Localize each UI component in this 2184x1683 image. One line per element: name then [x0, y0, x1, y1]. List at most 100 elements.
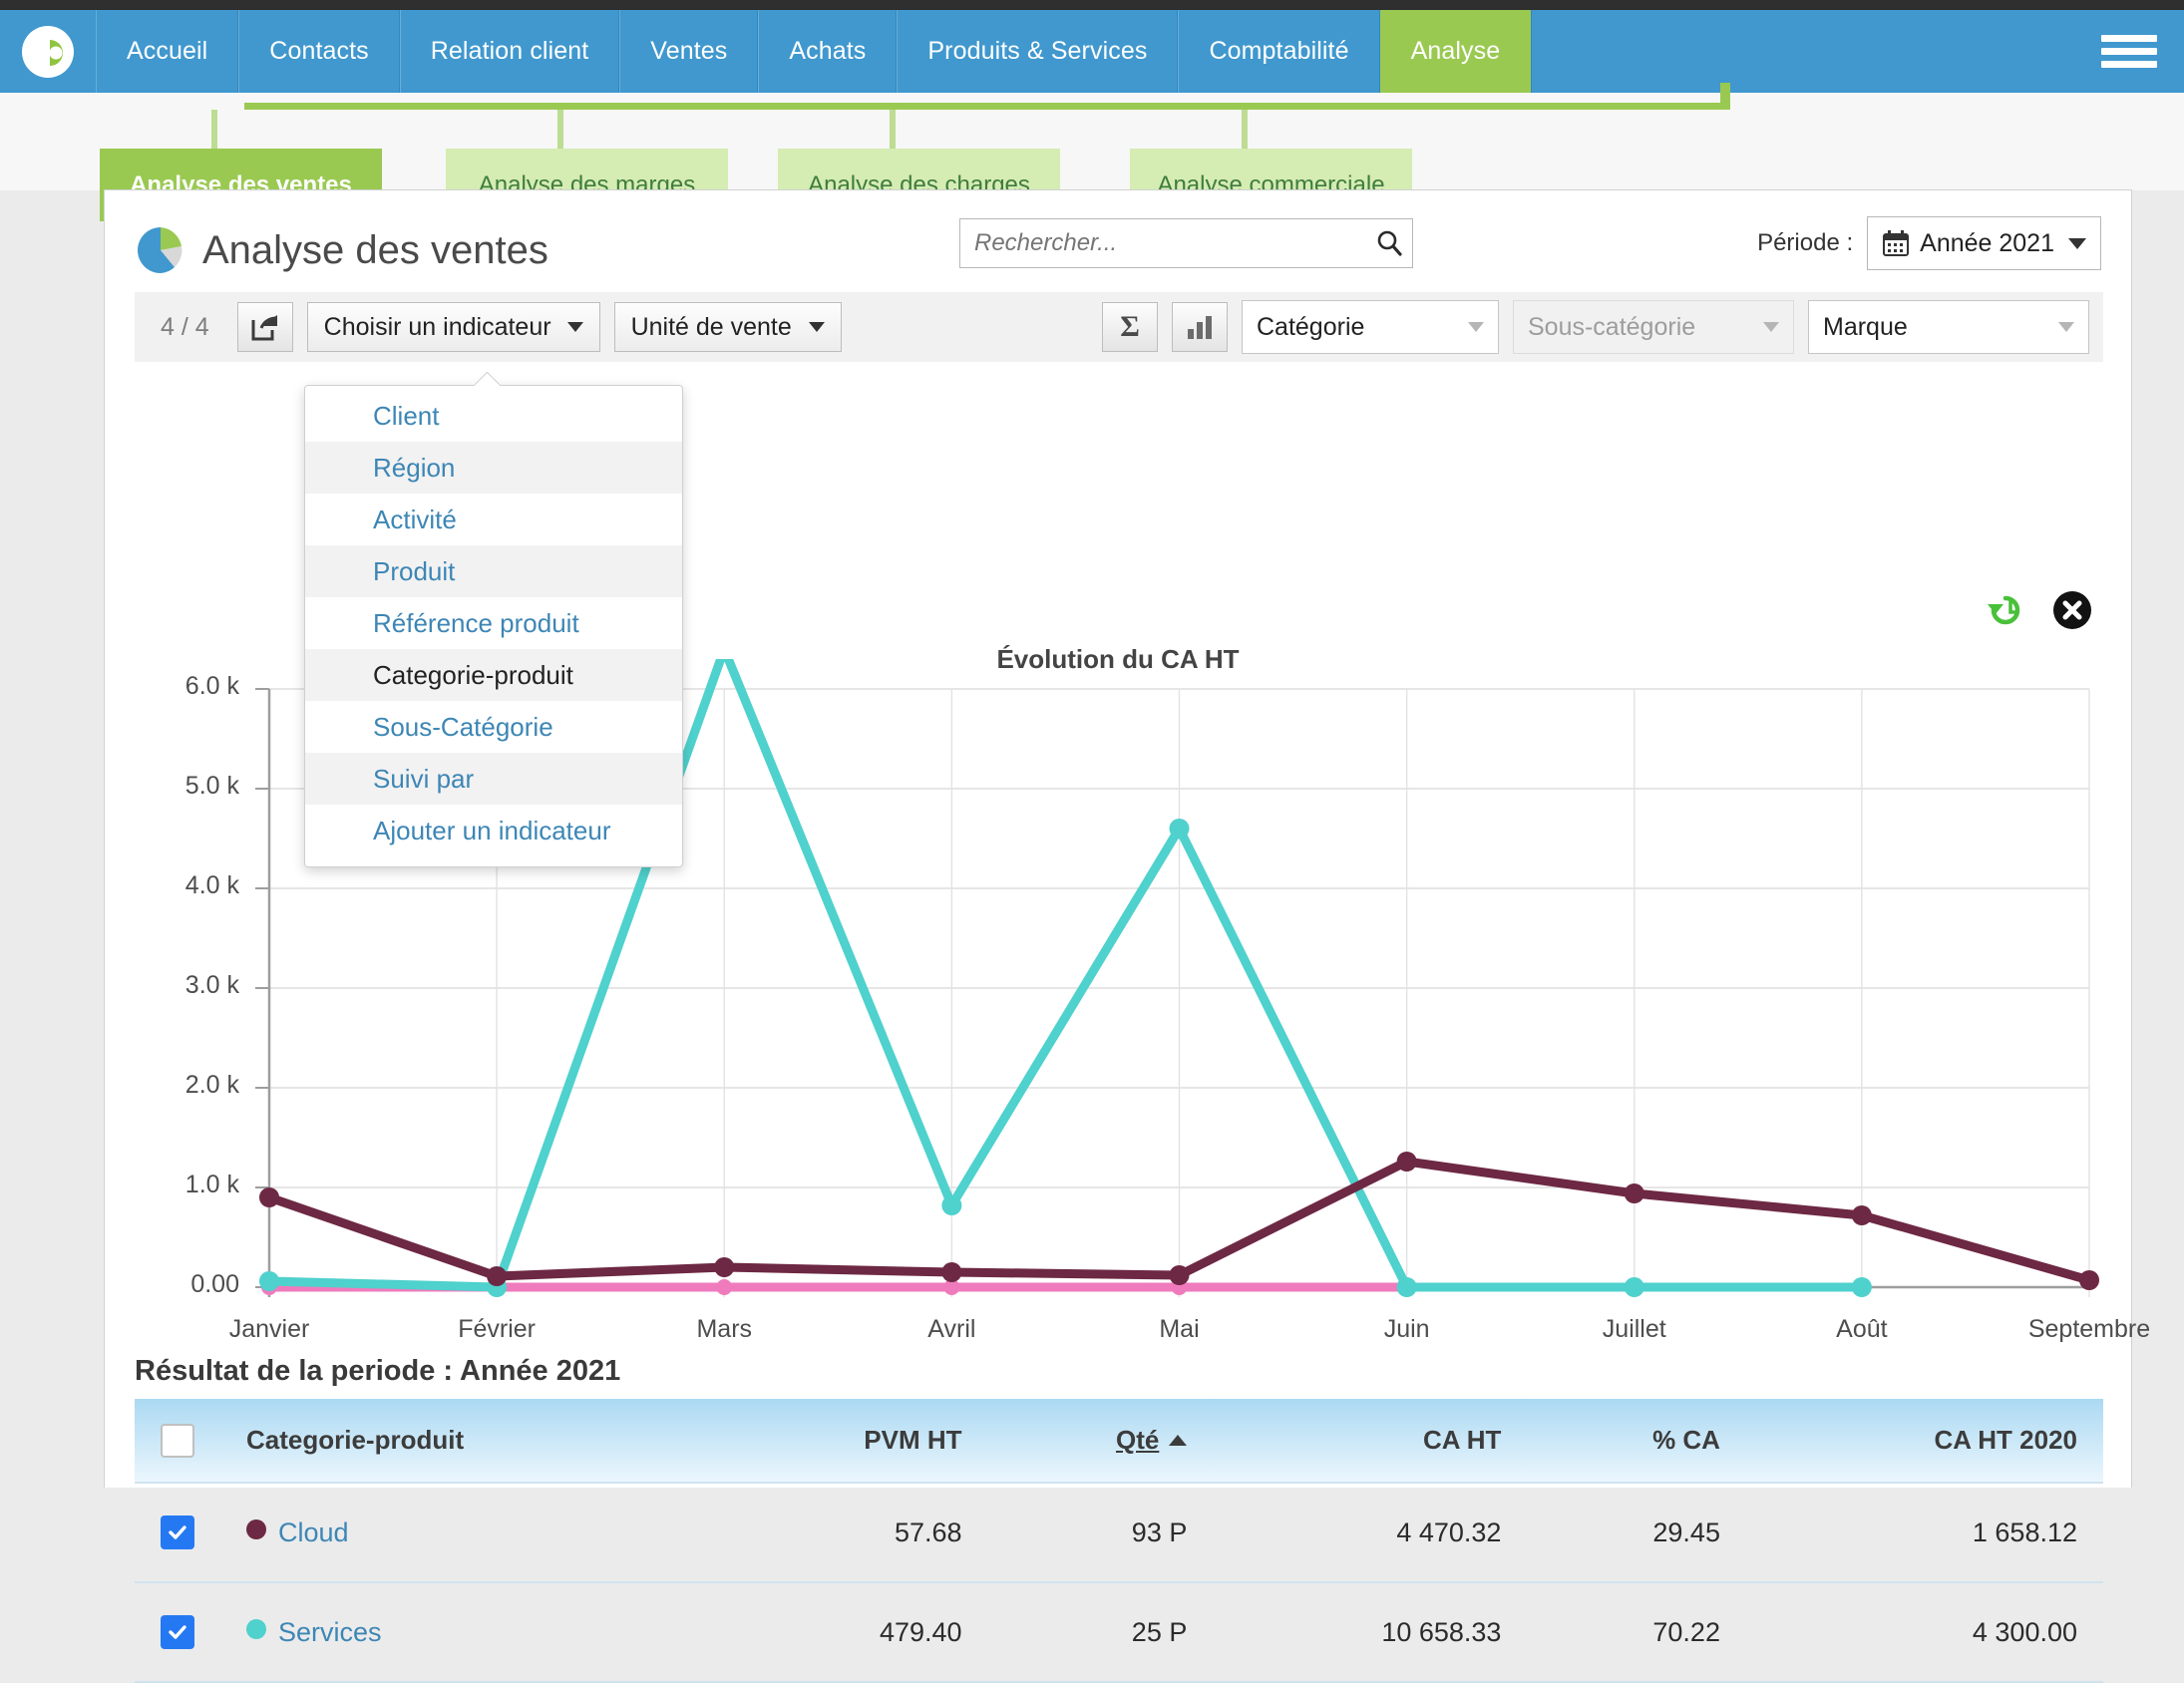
- tree-connector-stub: [1720, 83, 1730, 103]
- nav-item-comptabilit-[interactable]: Comptabilité: [1178, 10, 1379, 93]
- period-dropdown[interactable]: Année 2021: [1867, 216, 2101, 270]
- tree-connector-vertical: [211, 110, 217, 149]
- nav-item-contacts[interactable]: Contacts: [238, 10, 399, 93]
- top-strip: [0, 0, 2184, 10]
- filter-category[interactable]: Catégorie: [1242, 300, 1499, 354]
- indicator-menu-item-produit[interactable]: Produit: [305, 545, 682, 597]
- row-checkbox[interactable]: [161, 1615, 194, 1649]
- row-category-link[interactable]: Services: [278, 1617, 382, 1647]
- page-header: Analyse des ventes Période :: [105, 190, 2131, 282]
- sigma-icon: Σ: [1120, 310, 1140, 344]
- main-navbar: AccueilContactsRelation clientVentesAcha…: [0, 10, 2184, 93]
- table-header-qte[interactable]: Qté: [988, 1399, 1214, 1483]
- nav-item-accueil[interactable]: Accueil: [96, 10, 238, 93]
- chart-x-tick-label: Février: [458, 1315, 536, 1344]
- chevron-down-icon: [2068, 238, 2086, 249]
- chart-y-tick-label: 3.0 k: [150, 971, 239, 1000]
- chart-point: [941, 1195, 961, 1215]
- chart-point: [2079, 1270, 2099, 1290]
- chevron-down-icon: [1763, 322, 1779, 332]
- chart-y-tick-label: 1.0 k: [150, 1171, 239, 1199]
- row-pvm-cell: 479.40: [714, 1582, 988, 1682]
- nav-item-ventes[interactable]: Ventes: [619, 10, 758, 93]
- table-row[interactable]: Cloud57.6893 P4 470.3229.451 658.12: [135, 1483, 2103, 1582]
- table-header-label-ca2020: CA HT 2020: [1934, 1425, 2077, 1455]
- nav-item-relation-client[interactable]: Relation client: [400, 10, 620, 93]
- series-color-dot-icon: [246, 1519, 266, 1539]
- row-ca-cell: 4 470.32: [1213, 1483, 1527, 1582]
- row-qte-cell: 93 P: [988, 1483, 1214, 1582]
- table-header-pct[interactable]: % CA: [1527, 1399, 1746, 1483]
- pie-chart-icon: [135, 224, 186, 276]
- tree-connector-vertical: [557, 110, 563, 149]
- chart-point: [1625, 1277, 1644, 1297]
- indicator-menu-item-suivi-par[interactable]: Suivi par: [305, 753, 682, 805]
- search-icon[interactable]: [1366, 228, 1412, 258]
- export-button[interactable]: [237, 302, 293, 352]
- indicator-menu-item-r-gion[interactable]: Région: [305, 442, 682, 494]
- search-input[interactable]: [960, 229, 1366, 257]
- row-ca2020-cell: 4 300.00: [1746, 1582, 2103, 1682]
- row-category-link[interactable]: Cloud: [278, 1517, 349, 1547]
- chart-toggle-button[interactable]: [1172, 302, 1228, 352]
- chart-x-tick-label: Septembre: [2028, 1315, 2150, 1344]
- sum-button[interactable]: Σ: [1102, 302, 1158, 352]
- hamburger-menu-button[interactable]: [2074, 10, 2184, 93]
- nav-item-produits-services[interactable]: Produits & Services: [897, 10, 1178, 93]
- period-label: Période :: [1757, 229, 1853, 257]
- period-selector: Période : Année 2021: [1757, 216, 2101, 270]
- table-row[interactable]: Services479.4025 P10 658.3370.224 300.00: [135, 1582, 2103, 1682]
- filter-subcategory[interactable]: Sous-catégorie: [1513, 300, 1794, 354]
- subnav: Analyse des ventesAnalyse des margesAnal…: [0, 93, 2184, 190]
- reset-chart-button[interactable]: [1984, 592, 2025, 633]
- chart-point: [1170, 819, 1190, 839]
- page-title: Analyse des ventes: [202, 228, 548, 273]
- filter-category-label: Catégorie: [1257, 313, 1364, 342]
- indicator-menu-item-sous-cat-gorie[interactable]: Sous-Catégorie: [305, 701, 682, 753]
- table-header-label-category: Categorie-produit: [246, 1425, 464, 1455]
- chart-point: [487, 1266, 507, 1286]
- table-header-label-pct: % CA: [1652, 1425, 1720, 1455]
- table-header-ca[interactable]: CA HT: [1213, 1399, 1527, 1483]
- chart-x-tick-label: Avril: [927, 1315, 975, 1344]
- chart-y-tick-label: 4.0 k: [150, 871, 239, 900]
- series-color-dot-icon: [246, 1619, 266, 1639]
- table-header-pvm[interactable]: PVM HT: [714, 1399, 988, 1483]
- chart-point: [1852, 1277, 1872, 1297]
- chart-x-tick-label: Janvier: [229, 1315, 310, 1344]
- unit-dropdown-button[interactable]: Unité de vente: [614, 302, 842, 352]
- table-header-label-ca: CA HT: [1423, 1425, 1501, 1455]
- chart-point: [1852, 1205, 1872, 1225]
- chart-x-tick-label: Mai: [1159, 1315, 1199, 1344]
- row-pct-cell: 70.22: [1527, 1582, 1746, 1682]
- indicator-menu-item-r-f-rence-produit[interactable]: Référence produit: [305, 597, 682, 649]
- chart-x-tick-label: Mars: [696, 1315, 752, 1344]
- chart-y-tick-label: 5.0 k: [150, 772, 239, 801]
- chart-point: [259, 1271, 279, 1291]
- indicator-dropdown-label: Choisir un indicateur: [324, 313, 551, 342]
- chevron-down-icon: [809, 322, 825, 332]
- table-header-category[interactable]: Categorie-produit: [220, 1399, 714, 1483]
- indicator-menu-item-client[interactable]: Client: [305, 390, 682, 442]
- app-logo[interactable]: [0, 10, 96, 93]
- indicator-menu-item-ajouter-un-indicateur[interactable]: Ajouter un indicateur: [305, 805, 682, 856]
- indicator-menu-item-activit-[interactable]: Activité: [305, 494, 682, 545]
- nav-item-analyse[interactable]: Analyse: [1380, 10, 1532, 93]
- table-header-label-pvm: PVM HT: [864, 1425, 961, 1455]
- filter-subcategory-label: Sous-catégorie: [1528, 313, 1695, 342]
- unit-dropdown-label: Unité de vente: [631, 313, 792, 342]
- search-box[interactable]: [959, 218, 1413, 268]
- record-counter: 4 / 4: [149, 313, 223, 342]
- chevron-down-icon: [567, 322, 583, 332]
- select-all-checkbox[interactable]: [161, 1424, 194, 1458]
- close-chart-button[interactable]: [2051, 589, 2093, 636]
- chart-point: [1397, 1277, 1417, 1297]
- nav-item-achats[interactable]: Achats: [758, 10, 897, 93]
- table-header-ca2020[interactable]: CA HT 2020: [1746, 1399, 2103, 1483]
- indicator-menu-item-categorie-produit[interactable]: Categorie-produit: [305, 649, 682, 701]
- filter-brand[interactable]: Marque: [1808, 300, 2089, 354]
- indicator-dropdown-button[interactable]: Choisir un indicateur: [307, 302, 600, 352]
- chevron-down-icon: [1468, 322, 1484, 332]
- row-checkbox[interactable]: [161, 1515, 194, 1549]
- row-pvm-cell: 57.68: [714, 1483, 988, 1582]
